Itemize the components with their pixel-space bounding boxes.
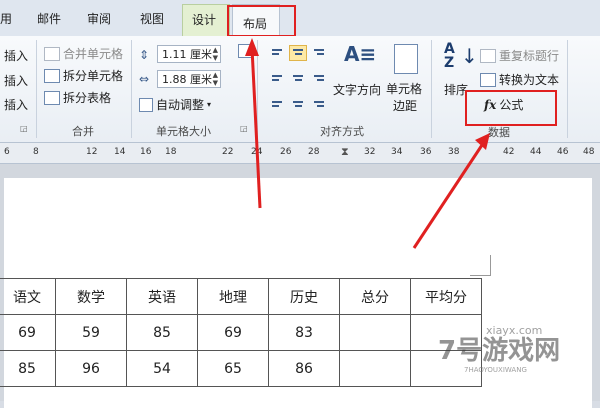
arrow-to-formula — [412, 141, 486, 249]
arrow-head-icon — [245, 38, 259, 56]
annotation-arrows — [245, 38, 490, 249]
arrow-to-layout-tab — [250, 47, 262, 209]
arrow-head-icon — [475, 133, 490, 150]
